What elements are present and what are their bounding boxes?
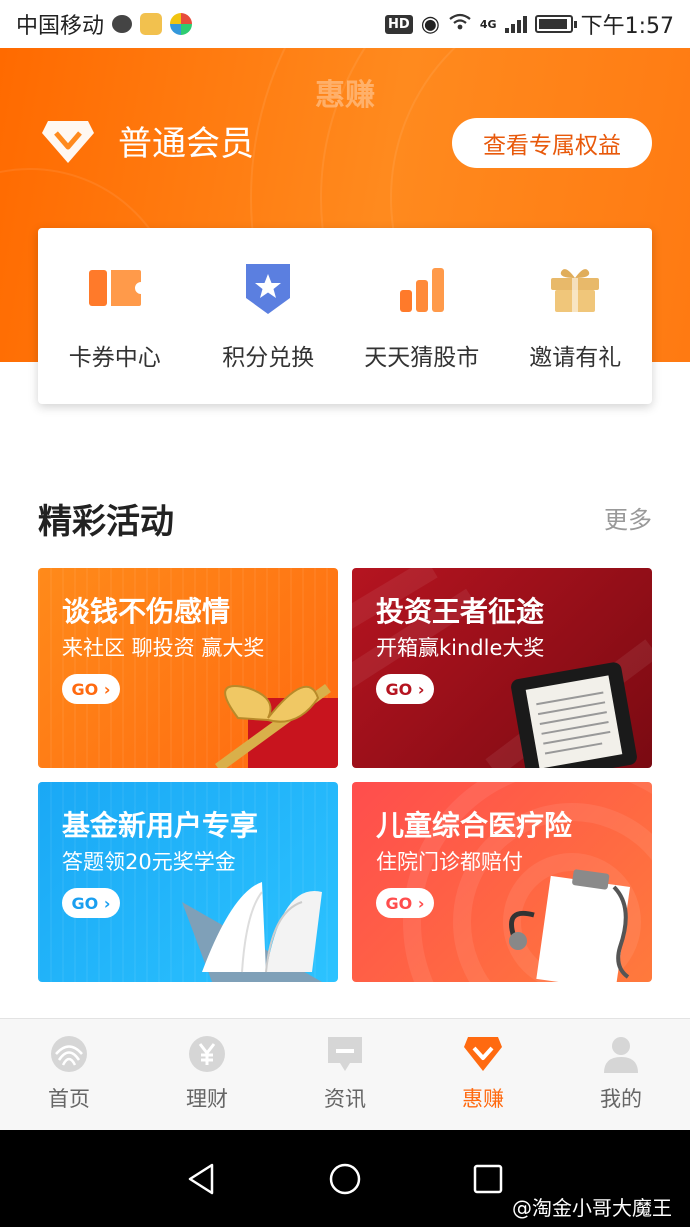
quick-links-card: 卡券中心 积分兑换 天天猜股市 邀请有礼 xyxy=(38,228,652,404)
quick-link-points[interactable]: 积分兑换 xyxy=(192,228,346,404)
browser-notification-icon xyxy=(170,13,193,35)
status-bar: 中国移动 HD ◉ 4G 下午1:57 xyxy=(0,0,690,48)
go-label: GO xyxy=(71,679,99,699)
gift-bow-icon xyxy=(215,683,338,768)
member-level-label: 普通会员 xyxy=(118,124,254,164)
member-level: 普通会员 xyxy=(40,116,254,165)
gift-icon xyxy=(551,269,600,312)
card-title: 投资王者征途 xyxy=(376,595,545,628)
home-button-icon[interactable] xyxy=(327,1161,363,1197)
clock: 下午1:57 xyxy=(580,14,674,39)
bottom-nav: 首页 理财 资讯 惠赚 我的 xyxy=(0,1018,690,1130)
nav-label: 首页 xyxy=(48,1087,90,1111)
activity-card-investor-journey[interactable]: 投资王者征途 开箱赢kindle大奖 GO › xyxy=(352,568,652,768)
clipboard-stethoscope-icon xyxy=(509,869,631,982)
card-subtitle: 来社区 聊投资 赢大奖 xyxy=(62,636,265,660)
points-badge-icon xyxy=(246,264,291,314)
nav-label: 我的 xyxy=(600,1087,642,1111)
coupon-icon xyxy=(88,270,141,306)
signal-icon xyxy=(504,15,527,33)
quick-link-label: 卡券中心 xyxy=(68,345,161,371)
activity-card-community[interactable]: 谈钱不伤感情 来社区 聊投资 赢大奖 GO › xyxy=(38,568,338,768)
view-benefits-button[interactable]: 查看专属权益 xyxy=(452,118,652,168)
nav-label: 理财 xyxy=(186,1087,228,1111)
card-subtitle: 答题领20元奖学金 xyxy=(62,850,236,874)
go-button[interactable]: GO › xyxy=(376,888,434,918)
card-title: 基金新用户专享 xyxy=(62,809,259,842)
go-label: GO xyxy=(385,893,413,913)
wifi-icon xyxy=(448,12,472,37)
quick-link-label: 邀请有礼 xyxy=(529,345,622,371)
go-button[interactable]: GO › xyxy=(62,888,120,918)
home-icon xyxy=(51,1036,87,1072)
quick-link-label: 天天猜股市 xyxy=(364,345,480,371)
card-subtitle: 住院门诊都赔付 xyxy=(376,850,523,874)
eye-comfort-icon: ◉ xyxy=(420,11,440,37)
nav-item-rewards[interactable]: 惠赚 xyxy=(414,1019,552,1130)
book-icon xyxy=(182,882,322,982)
back-icon[interactable] xyxy=(184,1161,220,1197)
go-button[interactable]: GO › xyxy=(62,674,120,704)
recent-apps-icon[interactable] xyxy=(470,1161,506,1197)
quick-link-coupons[interactable]: 卡券中心 xyxy=(38,228,192,404)
nav-item-news[interactable]: 资讯 xyxy=(276,1019,414,1130)
bar-chart-icon xyxy=(399,268,444,312)
nav-item-finance[interactable]: 理财 xyxy=(138,1019,276,1130)
go-button[interactable]: GO › xyxy=(376,674,434,704)
go-label: GO xyxy=(71,893,99,913)
activity-card-fund-new-user[interactable]: 基金新用户专享 答题领20元奖学金 GO › xyxy=(38,782,338,982)
more-link[interactable]: 更多 xyxy=(604,500,652,535)
watermark: @淘金小哥大魔王 xyxy=(512,1196,672,1220)
go-label: GO xyxy=(385,679,413,699)
quick-link-invite[interactable]: 邀请有礼 xyxy=(499,228,653,404)
user-icon xyxy=(604,1037,638,1073)
kindle-icon xyxy=(511,662,637,768)
nav-item-home[interactable]: 首页 xyxy=(0,1019,138,1130)
diamond-icon xyxy=(42,120,94,163)
quick-link-stock-guess[interactable]: 天天猜股市 xyxy=(345,228,499,404)
chat-notification-icon xyxy=(112,15,133,33)
yuan-icon xyxy=(189,1036,225,1072)
battery-icon xyxy=(534,15,577,33)
quick-link-label: 积分兑换 xyxy=(222,345,315,371)
app-notification-icon xyxy=(140,13,163,35)
carrier-name: 中国移动 xyxy=(16,14,105,39)
nav-item-me[interactable]: 我的 xyxy=(552,1019,690,1130)
hd-indicator: HD xyxy=(385,14,413,34)
nav-label: 惠赚 xyxy=(462,1087,504,1111)
page-title: 惠赚 xyxy=(315,78,375,113)
nav-label: 资讯 xyxy=(324,1087,366,1111)
section-title: 精彩活动 xyxy=(38,502,174,542)
diamond-icon xyxy=(464,1037,502,1071)
card-title: 儿童综合医疗险 xyxy=(376,809,573,842)
news-icon xyxy=(328,1037,362,1071)
network-type: 4G xyxy=(479,17,497,31)
card-title: 谈钱不伤感情 xyxy=(62,595,231,628)
activity-card-child-insurance[interactable]: 儿童综合医疗险 住院门诊都赔付 GO › xyxy=(352,782,652,982)
card-subtitle: 开箱赢kindle大奖 xyxy=(376,636,545,660)
